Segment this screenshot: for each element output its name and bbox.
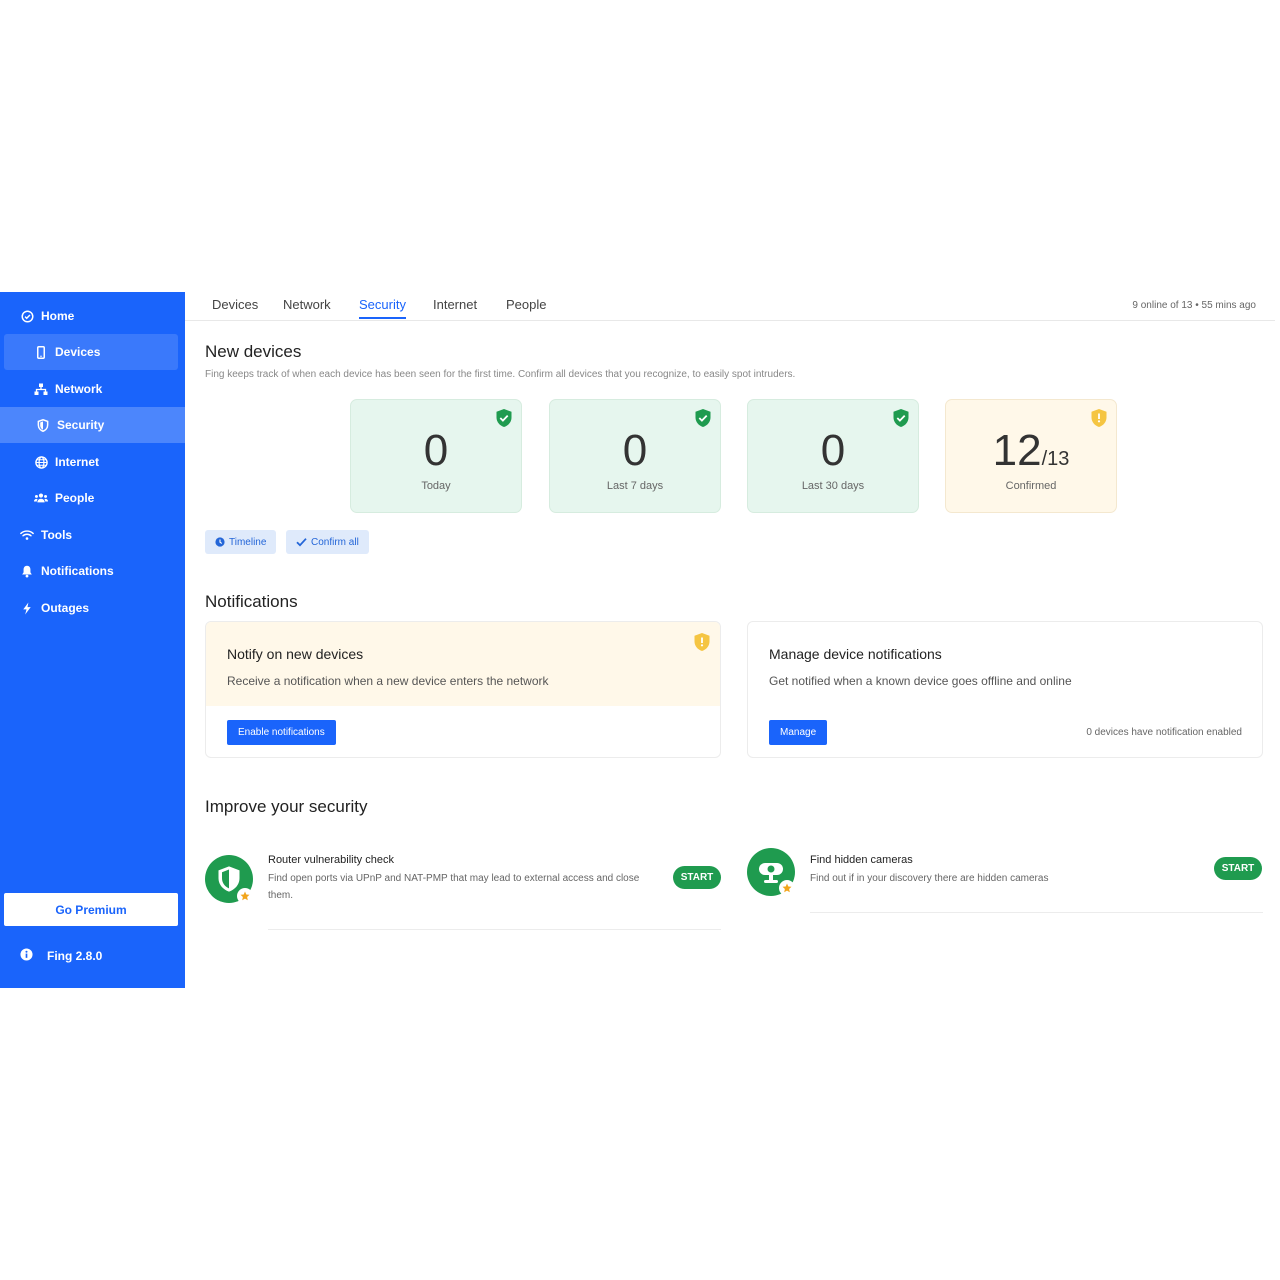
- active-tab-indicator: [359, 317, 406, 319]
- shield-check-icon: [495, 408, 513, 428]
- check-icon: [296, 537, 307, 547]
- manage-notifications-card: Manage device notifications Get notified…: [747, 621, 1263, 758]
- tab-security[interactable]: Security: [359, 297, 406, 312]
- stat-value: 0: [423, 426, 449, 475]
- tab-devices[interactable]: Devices: [212, 297, 258, 312]
- confirm-all-label: Confirm all: [311, 536, 359, 548]
- globe-icon: [34, 455, 48, 469]
- notifications-title: Notifications: [205, 592, 298, 611]
- sidebar-item-label: People: [55, 491, 95, 505]
- sidebar-item-home[interactable]: Home: [0, 298, 185, 334]
- sidebar-item-network[interactable]: Network: [0, 371, 185, 407]
- stat-card-today[interactable]: 0 Today: [350, 399, 522, 513]
- card-description: Get notified when a known device goes of…: [769, 674, 1072, 688]
- item-title: Router vulnerability check: [268, 854, 394, 866]
- info-icon: [20, 948, 33, 964]
- sidebar-item-label: Network: [55, 382, 103, 396]
- manage-button[interactable]: Manage: [769, 720, 828, 745]
- stat-value: 0: [622, 426, 648, 475]
- start-router-check-button[interactable]: START: [673, 866, 721, 889]
- shield-check-icon: [892, 408, 910, 428]
- new-devices-title: New devices: [205, 342, 302, 361]
- version-info: Fing 2.8.0: [20, 948, 102, 964]
- sidebar-item-security[interactable]: Security: [0, 407, 185, 443]
- item-title: Find hidden cameras: [810, 854, 913, 866]
- sidebar-item-notifications[interactable]: Notifications: [0, 553, 185, 589]
- sidebar-item-label: Home: [41, 309, 75, 323]
- shield-check-icon: [694, 408, 712, 428]
- new-devices-description: Fing keeps track of when each device has…: [205, 369, 796, 380]
- stat-card-last-7-days[interactable]: 0 Last 7 days: [549, 399, 721, 513]
- enable-notifications-button[interactable]: Enable notifications: [227, 720, 336, 745]
- stat-card-last-30-days[interactable]: 0 Last 30 days: [747, 399, 919, 513]
- sidebar-item-label: Internet: [55, 455, 100, 469]
- confirmed-count: 12: [992, 426, 1042, 475]
- sidebar-item-label: Outages: [41, 601, 90, 615]
- total-count: /13: [1041, 448, 1070, 470]
- network-status: 9 online of 13 • 55 mins ago: [1132, 300, 1256, 311]
- divider: [810, 912, 1263, 913]
- stat-value: 12/13: [946, 426, 1116, 476]
- notify-new-devices-card: Notify on new devices Receive a notifica…: [205, 621, 721, 758]
- check-circle-icon: [20, 309, 34, 323]
- hidden-cameras-item: Find hidden cameras Find out if in your …: [747, 848, 1263, 938]
- stat-label: Last 7 days: [606, 480, 664, 492]
- bell-icon: [20, 564, 34, 578]
- card-title: Notify on new devices: [227, 646, 364, 662]
- router-vulnerability-item: Router vulnerability check Find open por…: [205, 848, 721, 938]
- tab-internet[interactable]: Internet: [433, 297, 477, 312]
- stat-label: Today: [421, 480, 451, 492]
- item-description: Find open ports via UPnP and NAT-PMP tha…: [268, 873, 640, 901]
- shield-warning-icon: [693, 632, 711, 652]
- timeline-label: Timeline: [229, 536, 267, 548]
- shield-warning-icon: [1090, 408, 1108, 428]
- tab-network[interactable]: Network: [283, 297, 331, 312]
- start-hidden-cameras-button[interactable]: START: [1214, 857, 1262, 880]
- app-window: Home Devices Network Security Internet P…: [0, 292, 1280, 988]
- sidebar-item-label: Notifications: [41, 564, 114, 578]
- sidebar-item-people[interactable]: People: [0, 480, 185, 516]
- stat-value: 0: [820, 426, 846, 475]
- wifi-icon: [20, 528, 34, 542]
- sidebar-item-label: Tools: [41, 528, 73, 542]
- go-premium-button[interactable]: Go Premium: [4, 893, 178, 926]
- card-description: Receive a notification when a new device…: [227, 674, 549, 688]
- sidebar-item-tools[interactable]: Tools: [0, 517, 185, 553]
- sidebar-item-devices[interactable]: Devices: [4, 334, 178, 370]
- stat-label: Last 30 days: [801, 480, 865, 492]
- sidebar-item-label: Devices: [55, 345, 101, 359]
- tab-bar: Devices Network Security Internet People…: [185, 292, 1275, 321]
- phone-icon: [34, 345, 48, 359]
- premium-star-icon: [237, 888, 253, 904]
- card-header: [206, 622, 720, 706]
- divider: [268, 929, 721, 930]
- sidebar: Home Devices Network Security Internet P…: [0, 292, 185, 988]
- sidebar-item-label: Security: [57, 418, 105, 432]
- lightning-icon: [20, 601, 34, 615]
- version-label: Fing 2.8.0: [47, 949, 103, 963]
- timeline-button[interactable]: Timeline: [205, 530, 277, 554]
- main-content: Devices Network Security Internet People…: [185, 292, 1280, 988]
- improve-security-title: Improve your security: [205, 797, 368, 816]
- tab-people[interactable]: People: [506, 297, 546, 312]
- stat-card-confirmed[interactable]: 12/13 Confirmed: [945, 399, 1117, 513]
- stat-label: Confirmed: [1005, 480, 1057, 492]
- item-description: Find out if in your discovery there are …: [810, 873, 1049, 884]
- people-icon: [34, 491, 48, 505]
- confirm-all-button[interactable]: Confirm all: [286, 530, 369, 554]
- notification-count-note: 0 devices have notification enabled: [1086, 727, 1242, 738]
- card-title: Manage device notifications: [769, 646, 942, 662]
- shield-icon: [36, 418, 50, 432]
- sidebar-item-internet[interactable]: Internet: [0, 444, 185, 480]
- clock-icon: [215, 537, 225, 547]
- sidebar-item-outages[interactable]: Outages: [0, 590, 185, 626]
- network-icon: [34, 382, 48, 396]
- premium-star-icon: [779, 880, 795, 896]
